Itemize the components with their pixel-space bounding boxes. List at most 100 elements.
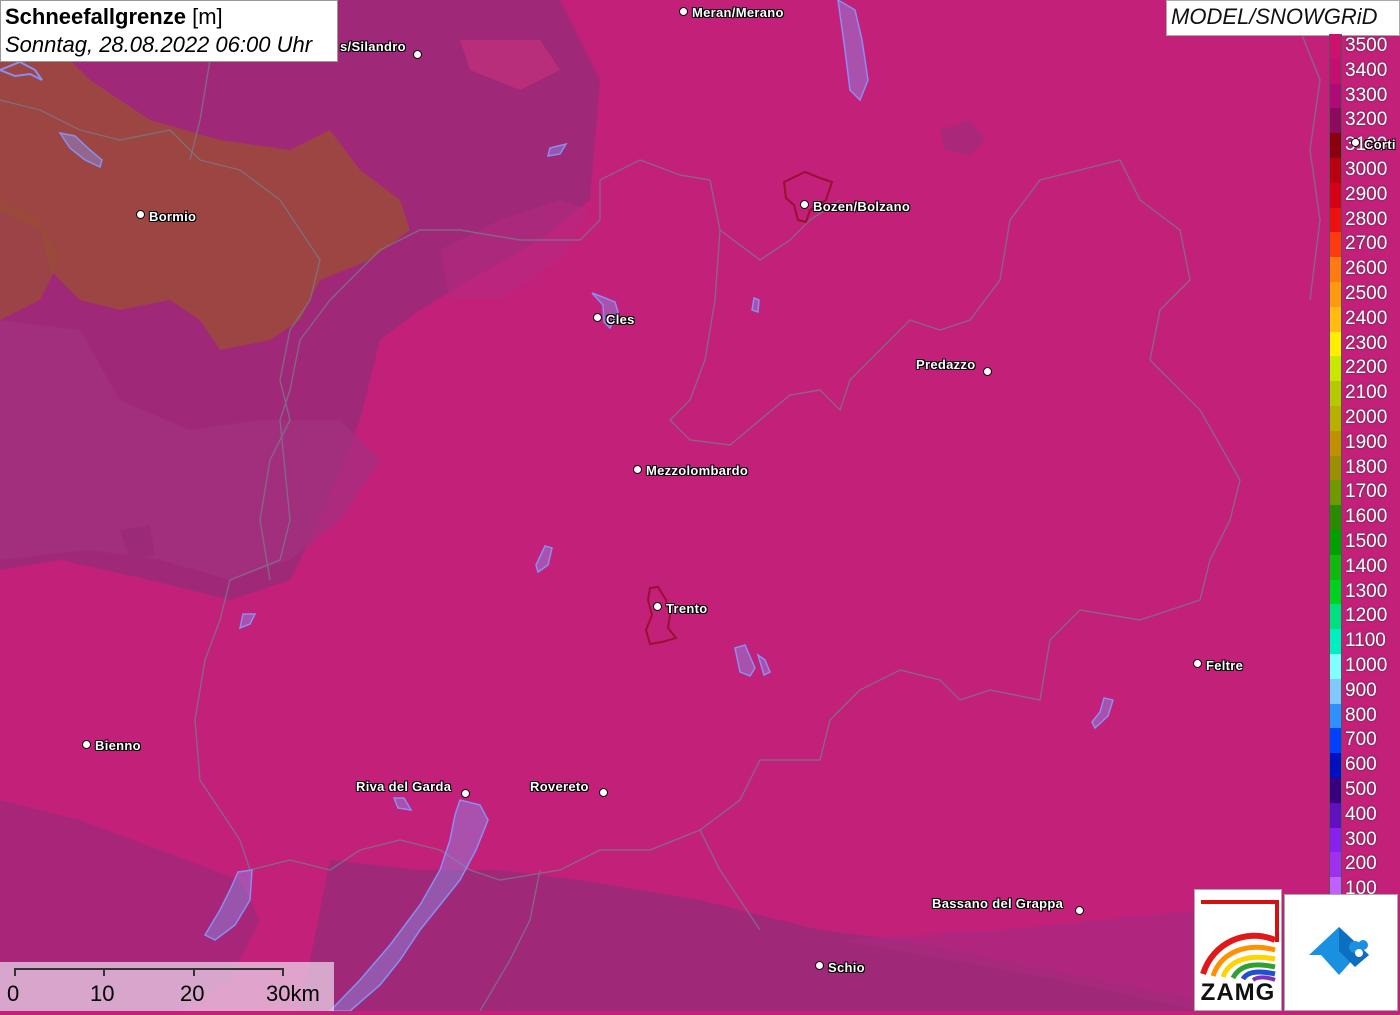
rainbow-icon xyxy=(1200,900,1279,982)
city-marker[interactable] xyxy=(136,210,145,219)
legend-label: 2400 xyxy=(1345,307,1388,329)
lake-bolzano-small xyxy=(751,296,760,314)
legend-label: 1300 xyxy=(1345,580,1388,602)
city-marker[interactable] xyxy=(461,789,470,798)
legend-swatch xyxy=(1329,753,1342,779)
city-label[interactable]: Cles xyxy=(606,312,635,327)
legend-swatch xyxy=(1329,58,1342,85)
zamg-logo-text: ZAMG xyxy=(1200,979,1276,1006)
city-label[interactable]: Rovereto xyxy=(530,779,589,794)
city-label[interactable]: Bozen/Bolzano xyxy=(813,199,910,214)
legend-swatch xyxy=(1329,778,1342,804)
legend-swatch xyxy=(1329,257,1342,283)
city-label[interactable]: Riva del Garda xyxy=(356,779,451,794)
legend-label: 3400 xyxy=(1345,59,1388,81)
legend-swatch xyxy=(1329,604,1342,630)
legend-label: 3300 xyxy=(1345,84,1388,106)
scale-line xyxy=(14,968,284,970)
legend-swatch xyxy=(1329,802,1342,829)
city-label[interactable]: Corti xyxy=(1364,137,1396,152)
zamg-logo[interactable]: ZAMG xyxy=(1194,889,1282,1011)
legend-swatch xyxy=(1329,282,1342,308)
city-label[interactable]: Trento xyxy=(666,601,708,616)
legend-label: 900 xyxy=(1345,679,1377,701)
legend-swatch xyxy=(1329,182,1342,209)
city-marker[interactable] xyxy=(413,50,422,59)
snowgrid-logo[interactable] xyxy=(1284,894,1398,1011)
legend-swatch xyxy=(1329,331,1342,357)
legend-label: 2600 xyxy=(1345,258,1388,280)
city-label[interactable]: Meran/Merano xyxy=(692,5,784,20)
city-marker[interactable] xyxy=(633,465,642,474)
legend-swatch xyxy=(1329,356,1342,382)
snow-house-icon xyxy=(1309,927,1369,975)
legend-swatch xyxy=(1329,579,1342,605)
legend-swatch xyxy=(1329,852,1342,878)
city-label[interactable]: s/Silandro xyxy=(340,39,406,54)
legend-label: 700 xyxy=(1345,729,1377,751)
color-legend: 3500 3400 3300 3200 3100 3000 2900 2800 2700 2600… xyxy=(1329,34,1400,903)
city-label[interactable]: Mezzolombardo xyxy=(646,463,748,478)
legend-swatch xyxy=(1329,207,1342,233)
legend-label: 1100 xyxy=(1345,630,1386,652)
legend-label: 600 xyxy=(1345,754,1377,776)
legend-swatch xyxy=(1329,83,1342,109)
legend-swatch xyxy=(1329,406,1342,432)
city-marker[interactable] xyxy=(593,313,602,322)
legend-label: 800 xyxy=(1345,704,1377,726)
snowline-map[interactable] xyxy=(0,0,1400,1011)
legend-swatch xyxy=(1329,306,1342,333)
legend-label: 3500 xyxy=(1345,35,1388,56)
legend-label: 2900 xyxy=(1345,183,1388,205)
city-label[interactable]: Bassano del Grappa xyxy=(932,896,1063,911)
map-subtitle: Sonntag, 28.08.2022 06:00 Uhr xyxy=(5,32,313,57)
city-marker[interactable] xyxy=(599,788,608,797)
legend-swatch xyxy=(1329,629,1342,655)
city-marker[interactable] xyxy=(800,200,809,209)
legend-label: 1000 xyxy=(1345,655,1388,676)
legend-label: 2300 xyxy=(1345,332,1388,354)
map-title: Schneefallgrenze [m] xyxy=(5,4,223,29)
city-label[interactable]: Feltre xyxy=(1206,658,1243,673)
legend-swatch xyxy=(1329,108,1342,134)
legend-label: 1200 xyxy=(1345,605,1388,627)
legend-swatch xyxy=(1329,381,1342,407)
legend-label: 1800 xyxy=(1345,456,1388,478)
legend-label: 1500 xyxy=(1345,531,1388,552)
scale-bar: 0 10 20 30km xyxy=(0,962,334,1011)
legend-label: 2500 xyxy=(1345,283,1388,304)
scale-label-0: 0 xyxy=(7,981,20,1006)
legend-label: 2000 xyxy=(1345,407,1388,428)
city-marker[interactable] xyxy=(82,740,91,749)
legend-label: 3200 xyxy=(1345,109,1388,131)
legend-swatch xyxy=(1329,703,1342,729)
city-marker[interactable] xyxy=(679,7,688,16)
scale-tick xyxy=(103,968,105,976)
legend-label: 1400 xyxy=(1345,555,1388,577)
scale-tick xyxy=(193,968,195,976)
city-marker[interactable] xyxy=(1351,138,1360,147)
scale-tick xyxy=(282,968,284,976)
scale-label-20: 20 xyxy=(180,981,205,1006)
city-marker[interactable] xyxy=(815,961,824,970)
legend-swatch xyxy=(1329,455,1342,481)
legend-swatch xyxy=(1329,530,1342,556)
legend-label: 400 xyxy=(1345,803,1377,825)
city-marker[interactable] xyxy=(653,602,662,611)
city-label[interactable]: Bienno xyxy=(95,738,141,753)
legend-label: 200 xyxy=(1345,853,1377,875)
legend-swatch xyxy=(1329,232,1342,258)
city-label[interactable]: Predazzo xyxy=(916,357,975,372)
city-label[interactable]: Schio xyxy=(828,960,865,975)
legend-swatch xyxy=(1329,480,1342,506)
legend-label: 500 xyxy=(1345,779,1377,800)
legend-swatch xyxy=(1329,430,1342,457)
legend-label: 2800 xyxy=(1345,208,1388,230)
legend-swatch xyxy=(1329,505,1342,531)
city-marker[interactable] xyxy=(1075,906,1084,915)
legend-swatch xyxy=(1329,34,1342,60)
city-marker[interactable] xyxy=(1193,659,1202,668)
city-marker[interactable] xyxy=(983,367,992,376)
legend-label: 1600 xyxy=(1345,506,1388,528)
city-label[interactable]: Bormio xyxy=(149,209,196,224)
